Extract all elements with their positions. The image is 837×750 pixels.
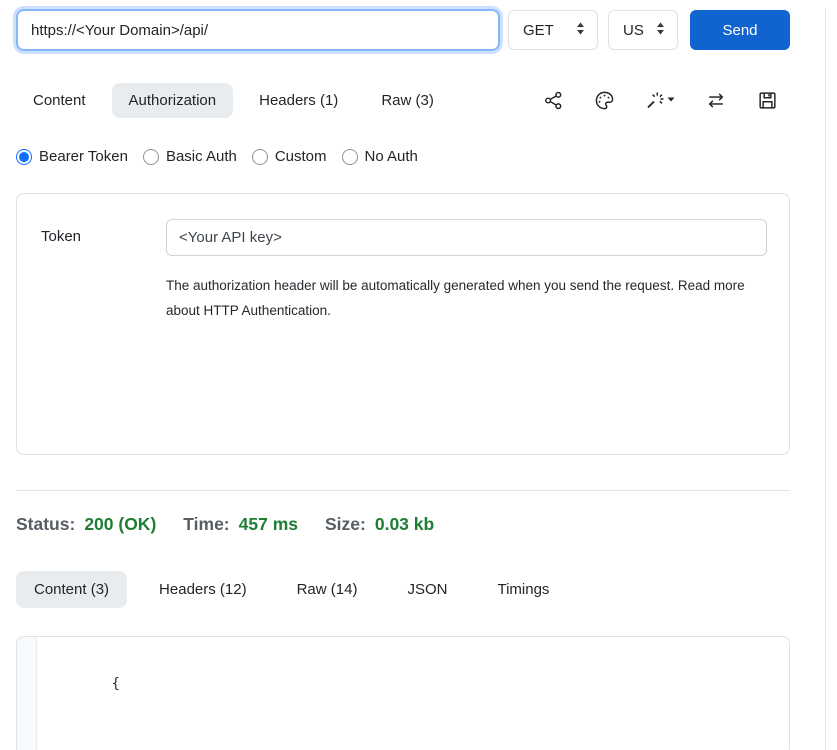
tab-content[interactable]: Content <box>16 83 103 118</box>
token-row: Token <box>17 194 789 256</box>
authorization-panel: Token The authorization header will be a… <box>16 193 790 455</box>
resp-tab-content[interactable]: Content (3) <box>16 571 127 608</box>
radio-label: Basic Auth <box>166 148 237 165</box>
resp-tab-json[interactable]: JSON <box>389 571 465 608</box>
response-tabs-row: Content (3) Headers (12) Raw (14) JSON T… <box>16 571 790 608</box>
method-select-value: GET <box>523 22 554 39</box>
radio-label: Custom <box>275 148 327 165</box>
request-toolbar <box>543 90 790 111</box>
resp-tab-timings[interactable]: Timings <box>479 571 567 608</box>
tab-headers[interactable]: Headers (1) <box>242 83 355 118</box>
status-value: 200 (OK) <box>84 514 156 535</box>
radio-label: No Auth <box>365 148 418 165</box>
radio-custom[interactable]: Custom <box>252 148 327 165</box>
region-select[interactable]: US <box>608 10 678 50</box>
status-label: Status: <box>16 514 75 535</box>
time-label: Time: <box>183 514 229 535</box>
size-value: 0.03 kb <box>375 514 434 535</box>
url-input[interactable] <box>16 9 500 51</box>
resp-tab-headers[interactable]: Headers (12) <box>141 571 265 608</box>
size-pair: Size: 0.03 kb <box>325 514 434 535</box>
select-updown-icon <box>655 22 666 39</box>
radio-no-auth[interactable]: No Auth <box>342 148 418 165</box>
time-pair: Time: 457 ms <box>183 514 298 535</box>
radio-selected-icon <box>16 149 32 165</box>
send-button[interactable]: Send <box>690 10 790 50</box>
swap-arrows-icon[interactable] <box>705 90 727 111</box>
resp-tab-raw[interactable]: Raw (14) <box>279 571 376 608</box>
response-summary: Status: 200 (OK) Time: 457 ms Size: 0.03… <box>16 514 790 535</box>
radio-unselected-icon <box>252 149 268 165</box>
share-icon[interactable] <box>543 90 564 111</box>
response-body-card: { "message": "API running." } <box>16 636 790 750</box>
token-input[interactable] <box>166 219 767 256</box>
content-right-border <box>825 8 826 750</box>
token-help-text: The authorization header will be automat… <box>166 273 766 323</box>
code-gutter <box>17 637 37 750</box>
tab-authorization[interactable]: Authorization <box>112 83 234 118</box>
code-line: "message": "API running." <box>44 721 775 750</box>
radio-unselected-icon <box>342 149 358 165</box>
tab-raw[interactable]: Raw (3) <box>364 83 451 118</box>
status-pair: Status: 200 (OK) <box>16 514 156 535</box>
magic-wand-dropdown-icon[interactable] <box>645 90 675 111</box>
palette-icon[interactable] <box>594 90 615 111</box>
select-updown-icon <box>575 22 586 39</box>
token-label: Token <box>41 219 166 256</box>
size-label: Size: <box>325 514 366 535</box>
region-select-value: US <box>623 22 644 39</box>
request-tabs-row: Content Authorization Headers (1) Raw (3… <box>16 83 790 118</box>
radio-basic-auth[interactable]: Basic Auth <box>143 148 237 165</box>
api-client-panel: GET US Send Content Authorization Header… <box>16 8 790 750</box>
radio-bearer-token[interactable]: Bearer Token <box>16 148 128 165</box>
radio-label: Bearer Token <box>39 148 128 165</box>
radio-unselected-icon <box>143 149 159 165</box>
request-bar: GET US Send <box>16 8 790 52</box>
code-line: { <box>44 647 775 721</box>
section-divider <box>16 490 790 491</box>
time-value: 457 ms <box>239 514 298 535</box>
method-select[interactable]: GET <box>508 10 598 50</box>
auth-type-radios: Bearer Token Basic Auth Custom No Auth <box>16 148 790 165</box>
response-json-body: { "message": "API running." } <box>37 637 789 750</box>
save-icon[interactable] <box>757 90 778 111</box>
